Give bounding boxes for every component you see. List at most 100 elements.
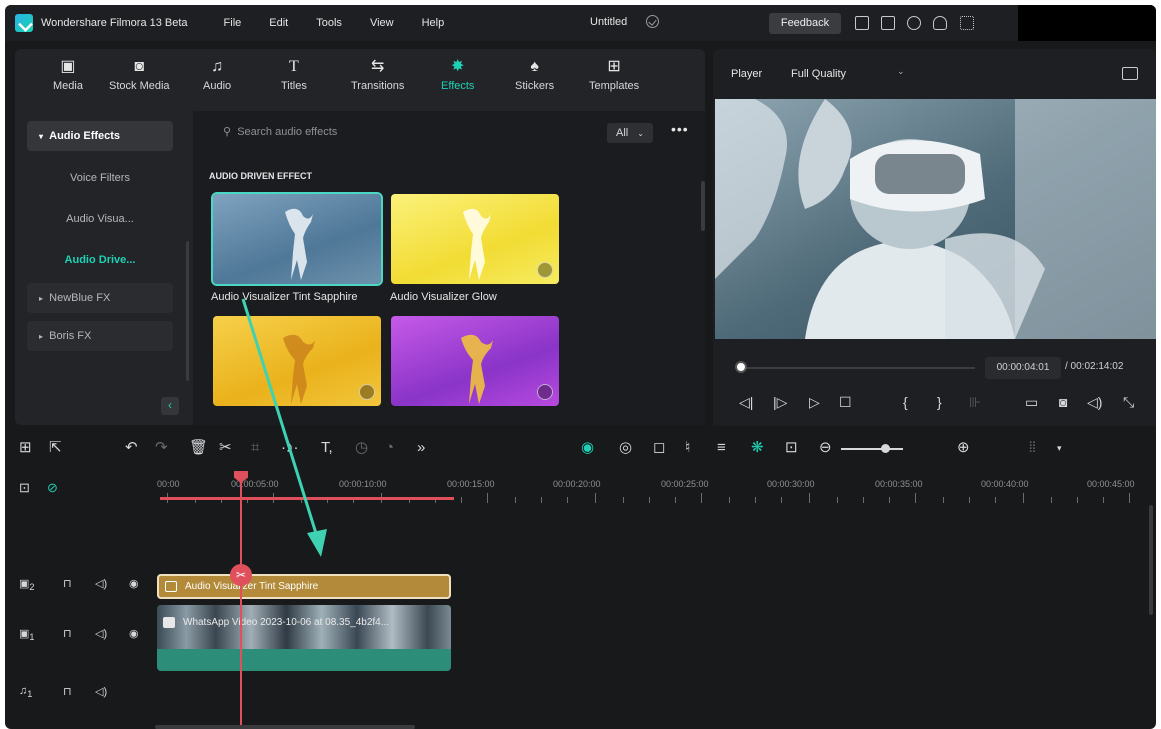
menu-tools[interactable]: Tools <box>316 17 342 29</box>
camera-snapshot-icon[interactable]: ◙ <box>1059 394 1067 410</box>
visibility-eye-icon[interactable]: ◉ <box>129 577 139 590</box>
zoom-slider-handle[interactable] <box>881 444 890 453</box>
download-icon[interactable] <box>537 384 553 400</box>
quality-dropdown[interactable]: Full Quality <box>791 68 846 80</box>
undo-icon[interactable]: ↶ <box>125 439 138 457</box>
tab-stock-media[interactable]: ◙ Stock Media <box>109 57 170 92</box>
sidebar-item-audio-visualizer[interactable]: Audio Visua... <box>27 204 173 234</box>
effect-label-glow: Audio Visualizer Glow <box>390 291 497 303</box>
ruler-tick <box>1051 497 1052 503</box>
search-input[interactable]: ⚲ Search audio effects <box>211 121 511 143</box>
visibility-eye-icon[interactable]: ◉ <box>129 627 139 640</box>
zoom-out-icon[interactable]: ⊖ <box>819 439 832 457</box>
tab-media-label: Media <box>53 80 83 92</box>
collapse-sidebar-button[interactable]: ‹ <box>161 397 179 415</box>
menu-file[interactable]: File <box>224 17 242 29</box>
window-controls-area <box>1018 5 1156 41</box>
filmora-window: Wondershare Filmora 13 Beta File Edit To… <box>5 5 1156 729</box>
effect-card-purple[interactable] <box>391 316 559 406</box>
speed-icon[interactable]: ◷ <box>355 439 368 457</box>
color-icon[interactable]: ◔ <box>385 439 394 457</box>
sidebar-item-label: Audio Effects <box>49 130 121 142</box>
video-clip-icon <box>163 617 175 628</box>
track-layout-icon[interactable]: ⦙⦙ <box>1029 439 1036 457</box>
select-tool-icon[interactable]: ⇱ <box>49 439 62 457</box>
tab-audio[interactable]: ♫ Audio <box>203 57 231 92</box>
download-icon[interactable] <box>359 384 375 400</box>
microphone-icon[interactable]: ♮ <box>685 439 690 457</box>
link-icon[interactable]: ⊘ <box>47 479 58 497</box>
video-clip[interactable]: WhatsApp Video 2023-10-06 at 08.35_4b2f4… <box>157 605 451 671</box>
effect-clip[interactable]: Audio Visualizer Tint Sapphire <box>157 574 451 599</box>
chevron-down-icon[interactable]: ▾ <box>1057 439 1062 457</box>
download-icon[interactable] <box>537 262 553 278</box>
fullscreen-icon[interactable]: ⤡ <box>1123 394 1134 411</box>
marker-icon[interactable]: ◻ <box>653 439 665 457</box>
layout-grid-icon[interactable]: ⊞ <box>19 439 32 457</box>
feedback-button[interactable]: Feedback <box>769 13 841 34</box>
timeline-horizontal-scrollbar[interactable] <box>155 725 415 729</box>
previous-frame-icon[interactable]: ◁| <box>739 394 753 411</box>
more-tools-icon[interactable]: » <box>417 439 425 457</box>
headset-icon[interactable] <box>933 16 947 30</box>
lock-icon[interactable]: ⊓ <box>63 685 72 698</box>
menu-help[interactable]: Help <box>422 17 445 29</box>
sidebar-item-newblue-fx[interactable]: ▸ NewBlue FX <box>27 283 173 313</box>
mute-icon[interactable]: ◁) <box>95 685 107 698</box>
lock-icon[interactable]: ⊓ <box>63 627 72 640</box>
zoom-slider[interactable] <box>841 448 903 450</box>
tab-effects[interactable]: ✸ Effects <box>441 57 474 92</box>
play-icon[interactable]: ▷ <box>809 394 820 411</box>
sidebar-item-audio-driven[interactable]: Audio Drive... <box>27 245 173 275</box>
stop-icon[interactable]: ☐ <box>839 394 852 411</box>
menu-view[interactable]: View <box>370 17 394 29</box>
chevron-down-icon[interactable]: ⌄ <box>897 66 905 77</box>
split-scissors-icon[interactable]: ✂ <box>230 564 252 586</box>
auto-highlight-icon[interactable]: ❋ <box>751 439 764 457</box>
zoom-in-icon[interactable]: ⊕ <box>957 439 970 457</box>
volume-icon[interactable]: ◁) <box>1087 394 1102 411</box>
layout-icon[interactable] <box>855 16 869 30</box>
effect-card-tint-sapphire[interactable] <box>211 192 383 286</box>
monitor-icon[interactable]: ▭ <box>1025 394 1038 411</box>
mark-in-icon[interactable]: { <box>903 394 908 410</box>
display-mode-icon[interactable]: ⊪ <box>969 394 981 411</box>
mute-icon[interactable]: ◁) <box>95 577 107 590</box>
apps-grid-icon[interactable] <box>960 16 974 30</box>
filter-dropdown[interactable]: All ⌄ <box>607 123 653 143</box>
tab-transitions[interactable]: ⇆ Transitions <box>351 57 404 92</box>
stickers-icon: ♠ <box>530 58 539 75</box>
add-track-icon[interactable]: ⊡ <box>19 479 30 497</box>
lock-icon[interactable]: ⊓ <box>63 577 72 590</box>
audio-list-icon[interactable]: ≡ <box>717 439 726 457</box>
ai-assistant-icon[interactable]: ◉ <box>581 439 594 457</box>
snapshot-icon[interactable] <box>1122 67 1138 80</box>
sidebar-item-boris-fx[interactable]: ▸ Boris FX <box>27 321 173 351</box>
save-icon[interactable] <box>881 16 895 30</box>
effects-category-sidebar: ▾ Audio Effects Voice Filters Audio Visu… <box>15 111 193 425</box>
mark-out-icon[interactable]: } <box>937 394 942 410</box>
tab-titles[interactable]: T Titles <box>281 57 307 92</box>
mute-icon[interactable]: ◁) <box>95 627 107 640</box>
tab-templates[interactable]: ⊞ Templates <box>589 57 639 92</box>
sidebar-item-audio-effects[interactable]: ▾ Audio Effects <box>27 121 173 151</box>
delete-icon[interactable]: 🗑 <box>189 439 208 457</box>
render-preview-icon[interactable]: ◎ <box>619 439 632 457</box>
cloud-upload-icon[interactable] <box>907 16 921 30</box>
redo-icon[interactable]: ↷ <box>155 439 168 457</box>
effect-card-glow[interactable] <box>391 194 559 284</box>
pip-icon[interactable]: ⊡ <box>785 439 798 457</box>
more-options-icon[interactable]: ••• <box>671 121 689 137</box>
scrubber-handle[interactable] <box>735 361 747 373</box>
split-scissors-icon[interactable]: ✂ <box>219 439 232 457</box>
menu-edit[interactable]: Edit <box>269 17 288 29</box>
content-scrollbar[interactable] <box>701 181 705 231</box>
sidebar-item-voice-filters[interactable]: Voice Filters <box>27 163 173 193</box>
next-frame-icon[interactable]: |▷ <box>773 394 787 411</box>
timeline-vertical-scrollbar[interactable] <box>1149 505 1153 615</box>
tab-stickers[interactable]: ♠ Stickers <box>515 57 554 92</box>
sidebar-scrollbar[interactable] <box>186 241 189 381</box>
tab-media[interactable]: ▣ Media <box>53 57 83 92</box>
playback-scrubber[interactable] <box>739 367 975 369</box>
effects-sparkle-icon: ✸ <box>451 58 465 75</box>
